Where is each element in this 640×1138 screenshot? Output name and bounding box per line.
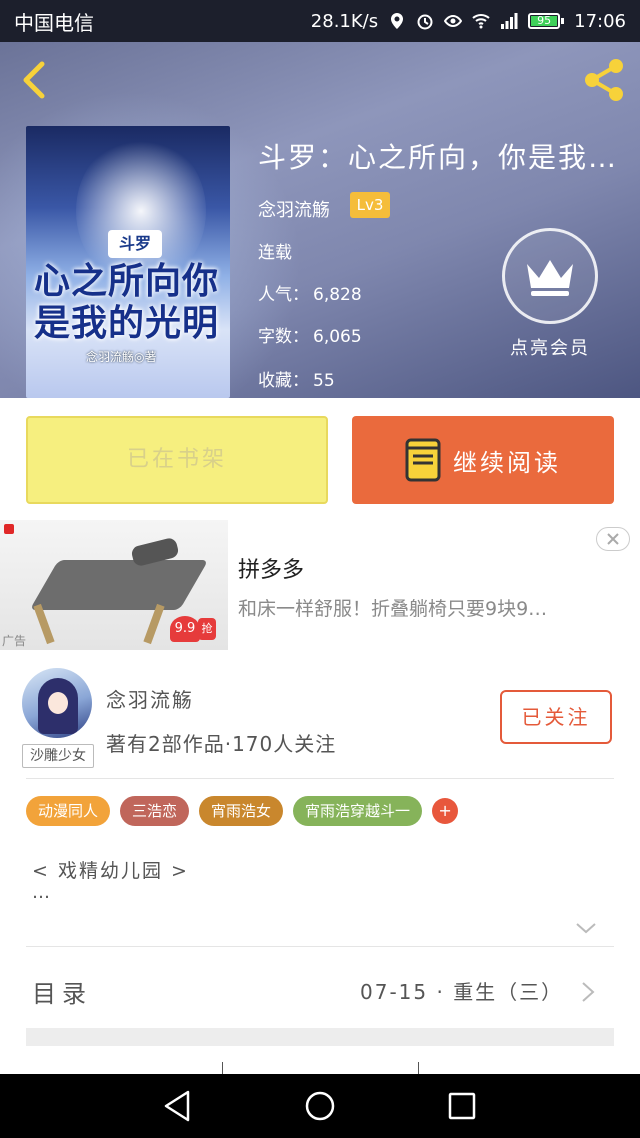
ad-price-suffix: 抢 <box>198 618 216 640</box>
network-speed: 28.1K/s <box>310 10 379 32</box>
ad-image[interactable]: 9.9 抢 广告 <box>0 520 228 650</box>
book-header: 斗罗 心之所向你是我的光明 念羽流觞◎著 斗罗：心之所向，你是我… 念羽流觞 L… <box>0 42 640 398</box>
vip-label[interactable]: 点亮会员 <box>494 334 606 360</box>
ad-description[interactable]: 和床一样舒服！折叠躺椅只要9块9… <box>238 594 578 621</box>
book-author[interactable]: 念羽流觞 <box>258 196 330 222</box>
divider <box>418 1062 419 1074</box>
crown-icon <box>527 260 573 296</box>
wifi-icon <box>472 14 490 29</box>
cover-series: 斗罗 <box>108 230 162 258</box>
more-tags-button[interactable]: + <box>432 798 459 824</box>
divider <box>26 778 614 779</box>
divider <box>222 1062 223 1074</box>
location-icon <box>391 13 404 29</box>
home-circle-icon[interactable] <box>302 1088 338 1124</box>
chevron-right-icon[interactable] <box>580 980 596 1004</box>
status-bar: 中国电信 28.1K/s 95 17:06 <box>0 0 640 42</box>
alarm-icon <box>417 14 433 30</box>
tag-item[interactable]: 宵雨浩女 <box>199 796 284 826</box>
chevron-down-icon[interactable] <box>574 920 598 936</box>
cover-title: 心之所向你是我的光明 <box>34 260 220 344</box>
continue-reading-label: 继续阅读 <box>453 448 561 477</box>
ad-banner[interactable]: 9.9 抢 广告 拼多多 和床一样舒服！折叠躺椅只要9块9… <box>0 520 640 650</box>
synopsis-line: < 戏精幼儿园 > <box>32 860 189 882</box>
share-icon[interactable] <box>580 56 628 104</box>
divider <box>26 946 614 947</box>
book-icon <box>405 438 441 482</box>
avatar-tag: 沙雕少女 <box>22 744 94 768</box>
cover-author: 念羽流觞◎著 <box>86 350 157 364</box>
close-icon <box>607 533 619 545</box>
tag-list: 动漫同人 三浩恋 宵雨浩女 宵雨浩穿越斗一 + <box>26 796 459 826</box>
recents-square-icon[interactable] <box>444 1088 480 1124</box>
latest-chapter[interactable]: 07-15 · 重生（三） <box>360 976 563 1005</box>
word-count-value: 6,065 <box>313 327 362 347</box>
book-cover[interactable]: 斗罗 心之所向你是我的光明 念羽流觞◎著 <box>26 126 230 398</box>
battery-icon: 95 <box>528 13 565 29</box>
ad-label: 广告 <box>2 634 27 648</box>
back-arrow-icon[interactable] <box>16 60 56 100</box>
popularity: 人气： 6,828 <box>258 280 362 305</box>
toc-label[interactable]: 目录 <box>32 974 92 1009</box>
author-level-badge: Lv3 <box>350 192 390 218</box>
author-stats: 著有2部作品·170人关注 <box>106 732 337 756</box>
favorites: 收藏： 55 <box>258 366 335 391</box>
system-nav-bar <box>0 1074 640 1138</box>
section-separator <box>26 1028 614 1046</box>
favorites-value: 55 <box>313 371 335 391</box>
author-avatar[interactable] <box>22 668 92 738</box>
tag-item[interactable]: 动漫同人 <box>26 796 111 826</box>
avatar-face <box>48 692 68 714</box>
popularity-value: 6,828 <box>313 285 362 305</box>
ad-price-tag: 9.9 <box>170 616 200 642</box>
back-triangle-icon[interactable] <box>160 1088 196 1124</box>
continue-reading-button[interactable]: 继续阅读 <box>352 416 614 504</box>
carrier-label: 中国电信 <box>14 10 94 35</box>
book-title: 斗罗：心之所向，你是我… <box>258 141 619 174</box>
eye-icon <box>444 14 463 28</box>
clock: 17:06 <box>574 10 626 32</box>
ad-brand-badge <box>4 524 14 534</box>
tag-item[interactable]: 宵雨浩穿越斗一 <box>293 796 423 826</box>
ad-title[interactable]: 拼多多 <box>238 552 304 584</box>
vip-button[interactable] <box>502 228 598 324</box>
word-count: 字数： 6,065 <box>258 322 362 347</box>
serial-status: 连载 <box>258 243 292 263</box>
favorites-label: 收藏： <box>258 371 309 391</box>
word-count-label: 字数： <box>258 327 309 347</box>
follow-button[interactable]: 已关注 <box>500 690 612 744</box>
status-icons: 28.1K/s 95 17:06 <box>311 11 626 32</box>
ad-close-button[interactable] <box>596 527 630 551</box>
chair-mat <box>29 560 209 610</box>
in-bookshelf-button[interactable]: 已在书架 <box>26 416 328 504</box>
battery-level: 95 <box>537 14 552 27</box>
popularity-label: 人气： <box>258 285 309 305</box>
signal-icon <box>501 13 518 29</box>
author-name[interactable]: 念羽流觞 <box>106 684 194 713</box>
synopsis-ellipsis: … <box>32 882 50 903</box>
tag-item[interactable]: 三浩恋 <box>120 796 190 826</box>
